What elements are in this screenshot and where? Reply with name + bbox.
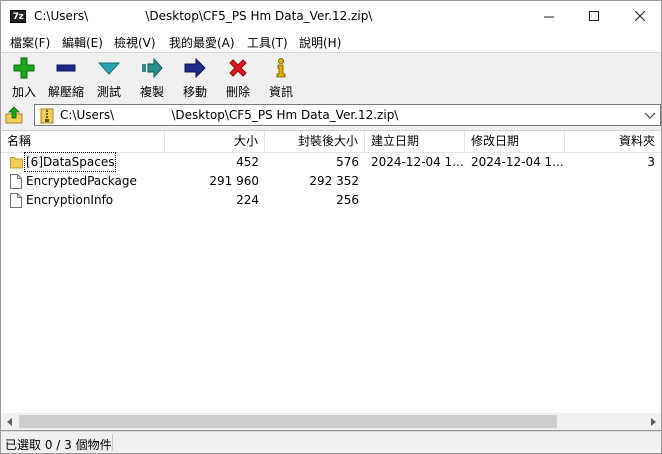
table-row[interactable]: EncryptedPackage 291 960 292 352: [1, 172, 661, 191]
menu-view[interactable]: 檢視(V): [114, 34, 156, 51]
toolbar: 加入 解壓縮 測試 複製 移動 刪除 資訊: [0, 52, 662, 100]
column-header: 名稱 大小 封裝後大小 建立日期 修改日期 資料夾: [1, 131, 661, 153]
info-label: 資訊: [268, 85, 293, 99]
scrollbar-thumb[interactable]: [19, 415, 557, 428]
file-created: [365, 191, 465, 210]
scroll-left-icon: [6, 417, 12, 426]
file-folders: 3: [647, 155, 655, 169]
scroll-right-button[interactable]: [644, 413, 661, 430]
minimize-icon: [543, 16, 554, 17]
file-packed-size: 256: [336, 193, 359, 207]
file-size: 291 960: [209, 174, 259, 188]
menu-bar: 檔案(F) 編輯(E) 檢視(V) 我的最愛(A) 工具(T) 說明(H): [0, 31, 662, 52]
up-folder-button[interactable]: [5, 105, 25, 125]
close-button[interactable]: [617, 1, 662, 31]
horizontal-scrollbar[interactable]: [1, 413, 661, 430]
file-modified: [465, 172, 565, 191]
menu-file[interactable]: 檔案(F): [10, 34, 50, 51]
name-cell: EncryptedPackage: [1, 172, 161, 191]
address-path: C:\Users\ \Desktop\CF5_PS Hm Data_Ver.12…: [60, 108, 399, 122]
scroll-right-icon: [650, 417, 656, 426]
checkmark-icon: [98, 62, 120, 75]
menu-tools[interactable]: 工具(T): [247, 34, 288, 51]
file-modified: 2024-12-04 1...: [471, 155, 564, 169]
plus-icon: [13, 57, 35, 79]
column-folders[interactable]: 資料夾: [565, 131, 661, 153]
minimize-button[interactable]: [526, 1, 572, 31]
close-icon: [634, 10, 645, 21]
move-arrow-icon: [184, 57, 206, 79]
file-icon: [10, 174, 22, 189]
zip-archive-icon: [40, 108, 54, 124]
column-name[interactable]: 名稱: [1, 131, 165, 153]
delete-x-icon: [229, 59, 247, 77]
name-cell: [6]DataSpaces: [1, 152, 161, 172]
move-button[interactable]: 移動: [175, 55, 215, 99]
file-packed-size: 576: [336, 155, 359, 169]
add-button[interactable]: 加入: [4, 55, 44, 99]
file-list: 名稱 大小 封裝後大小 建立日期 修改日期 資料夾 [6]DataSpaces …: [0, 130, 662, 431]
status-bar: 已選取 0 / 3 個物件: [0, 431, 662, 454]
file-size: 224: [236, 193, 259, 207]
status-divider: [112, 434, 113, 451]
maximize-button[interactable]: [571, 1, 617, 31]
column-created[interactable]: 建立日期: [365, 131, 465, 153]
file-name: EncryptionInfo: [26, 193, 114, 207]
address-combobox[interactable]: C:\Users\ \Desktop\CF5_PS Hm Data_Ver.12…: [34, 104, 661, 126]
folder-icon: [10, 157, 23, 169]
file-name: EncryptedPackage: [26, 174, 137, 188]
file-created: [365, 172, 465, 191]
maximize-icon: [588, 10, 599, 21]
up-arrow-folder-icon: [5, 106, 23, 124]
info-button[interactable]: 資訊: [261, 55, 301, 99]
info-icon: [276, 58, 286, 78]
scroll-left-button[interactable]: [1, 413, 18, 430]
name-cell: EncryptionInfo: [1, 191, 161, 210]
copy-arrow-icon: [142, 57, 163, 79]
app-7zip-icon: 7z: [10, 10, 26, 23]
minus-icon: [56, 64, 76, 72]
file-packed-size: 292 352: [309, 174, 359, 188]
column-modified[interactable]: 修改日期: [465, 131, 565, 153]
menu-help[interactable]: 說明(H): [299, 34, 341, 51]
menu-edit[interactable]: 編輯(E): [62, 34, 103, 51]
file-modified: [465, 191, 565, 210]
chevron-down-icon[interactable]: [642, 107, 658, 123]
title-bar: 7z C:\Users\ \Desktop\CF5_PS Hm Data_Ver…: [0, 0, 662, 31]
file-icon: [10, 193, 22, 208]
address-bar: C:\Users\ \Desktop\CF5_PS Hm Data_Ver.12…: [0, 100, 662, 130]
window-title: C:\Users\ \Desktop\CF5_PS Hm Data_Ver.12…: [34, 9, 373, 23]
file-created: 2024-12-04 1...: [371, 155, 464, 169]
column-size[interactable]: 大小: [165, 131, 265, 153]
table-row[interactable]: EncryptionInfo 224 256: [1, 191, 661, 210]
selection-status: 已選取 0 / 3 個物件: [5, 438, 112, 452]
test-button[interactable]: 測試: [89, 55, 129, 99]
menu-favorites[interactable]: 我的最愛(A): [169, 34, 235, 51]
extract-button[interactable]: 解壓縮: [46, 55, 86, 99]
copy-button[interactable]: 複製: [132, 55, 172, 99]
column-packed-size[interactable]: 封裝後大小: [265, 131, 365, 153]
file-size: 452: [236, 155, 259, 169]
table-row[interactable]: [6]DataSpaces 452 576 2024-12-04 1... 20…: [1, 152, 661, 172]
file-folders: [565, 191, 661, 210]
file-folders: [565, 172, 661, 191]
delete-button[interactable]: 刪除: [218, 55, 258, 99]
file-name: [6]DataSpaces: [23, 152, 117, 172]
